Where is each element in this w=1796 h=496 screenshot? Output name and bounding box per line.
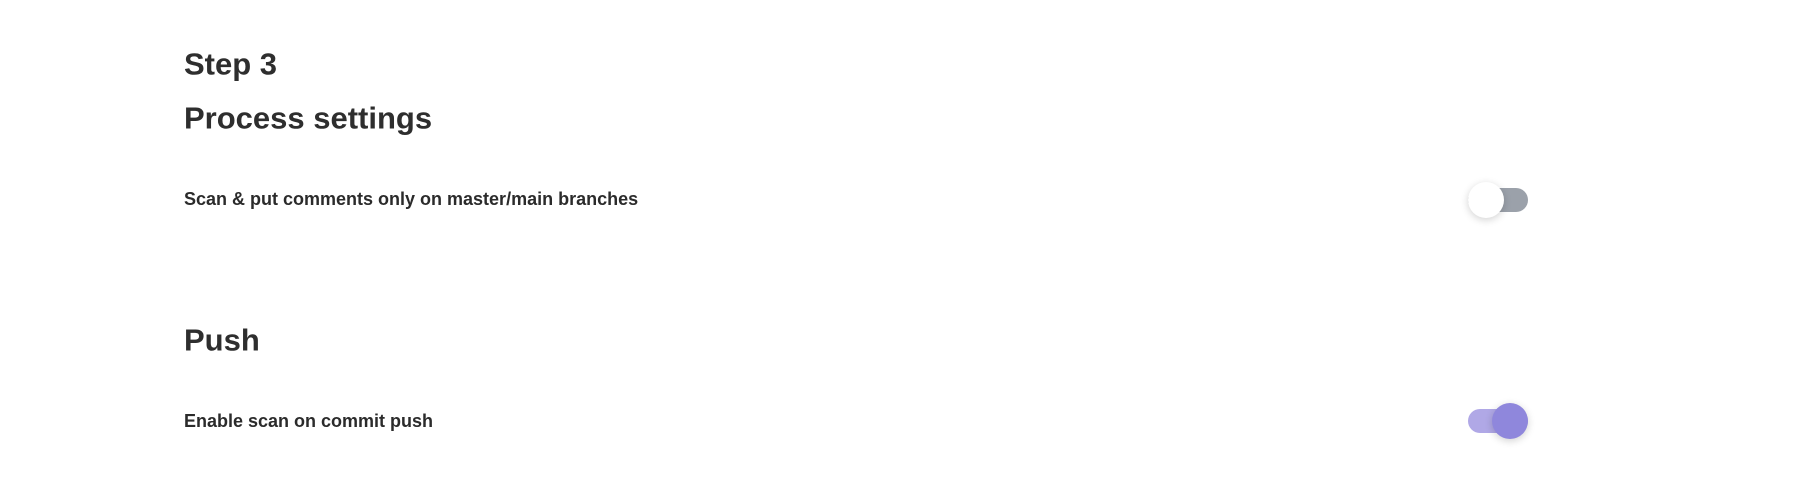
toggle-knob: [1492, 403, 1528, 439]
toggle-knob: [1468, 182, 1504, 218]
step-label: Step 3: [184, 46, 278, 82]
commit-push-toggle[interactable]: [1468, 403, 1528, 439]
setting-label-commit-push: Enable scan on commit push: [184, 411, 434, 431]
section-title-process-settings: Process settings: [184, 100, 433, 136]
setting-label-master-branches: Scan & put comments only on master/main …: [184, 189, 639, 209]
master-branches-toggle[interactable]: [1468, 182, 1528, 218]
section-title-push: Push: [184, 322, 260, 358]
